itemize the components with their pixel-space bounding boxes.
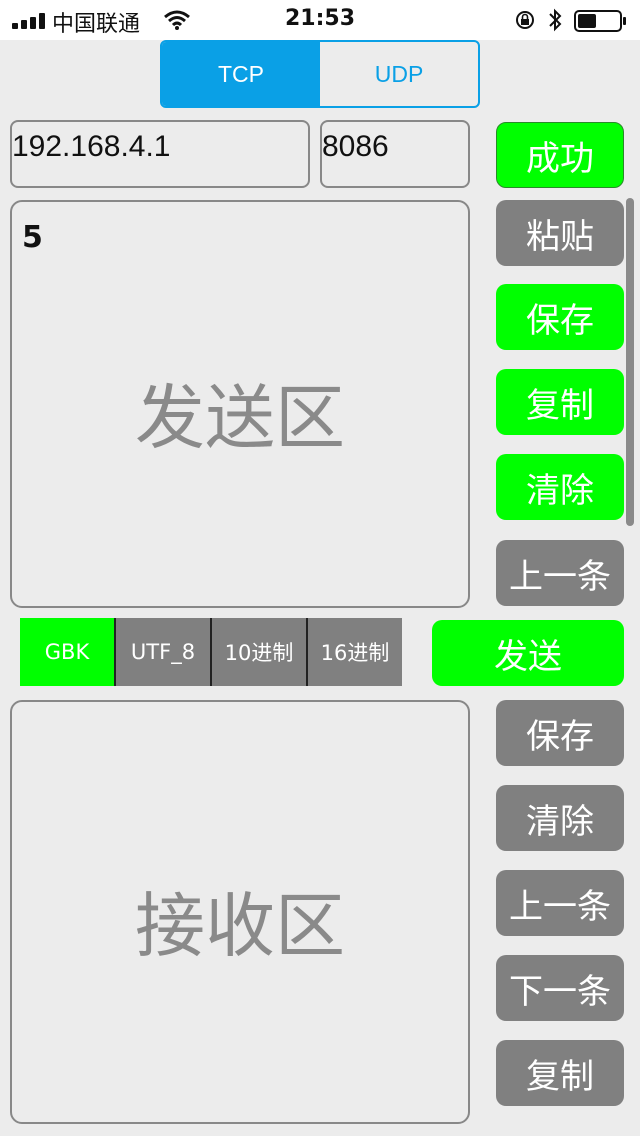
tab-udp[interactable]: UDP — [320, 42, 478, 106]
receive-area-placeholder: 接收区 — [135, 885, 345, 967]
battery-icon — [574, 10, 626, 32]
encoding-gbk[interactable]: GBK — [20, 618, 116, 686]
bluetooth-icon — [549, 8, 562, 32]
previous-receive-button[interactable]: 上一条 — [496, 870, 624, 936]
save-receive-button[interactable]: 保存 — [496, 700, 624, 766]
receive-area[interactable]: 接收区 — [10, 700, 470, 1124]
encoding-decimal[interactable]: 10进制 — [212, 618, 308, 686]
copy-receive-button[interactable]: 复制 — [496, 1040, 624, 1106]
tab-tcp[interactable]: TCP — [162, 42, 320, 106]
paste-button[interactable]: 粘贴 — [496, 200, 624, 266]
orientation-lock-icon — [516, 11, 534, 29]
copy-send-button[interactable]: 复制 — [496, 369, 624, 435]
status-bar: 中国联通 21:53 — [0, 0, 640, 40]
previous-send-button[interactable]: 上一条 — [496, 540, 624, 606]
protocol-segmented-control: TCP UDP — [160, 40, 480, 108]
port-field[interactable]: 8086 — [320, 120, 470, 188]
send-button[interactable]: 发送 — [432, 620, 624, 686]
send-area[interactable]: 5 发送区 — [10, 200, 470, 608]
encoding-utf8[interactable]: UTF_8 — [116, 618, 212, 686]
next-receive-button[interactable]: 下一条 — [496, 955, 624, 1021]
send-area-placeholder: 发送区 — [135, 377, 345, 459]
send-area-value: 5 — [22, 220, 43, 255]
clock: 21:53 — [284, 6, 356, 31]
save-send-button[interactable]: 保存 — [496, 284, 624, 350]
clear-send-button[interactable]: 清除 — [496, 454, 624, 520]
clear-receive-button[interactable]: 清除 — [496, 785, 624, 851]
ip-address-field[interactable]: 192.168.4.1 — [10, 120, 310, 188]
scrollbar[interactable] — [626, 198, 634, 526]
encoding-selector: GBK UTF_8 10进制 16进制 — [20, 618, 402, 686]
encoding-hex[interactable]: 16进制 — [308, 618, 402, 686]
connect-status-button[interactable]: 成功 — [496, 122, 624, 188]
